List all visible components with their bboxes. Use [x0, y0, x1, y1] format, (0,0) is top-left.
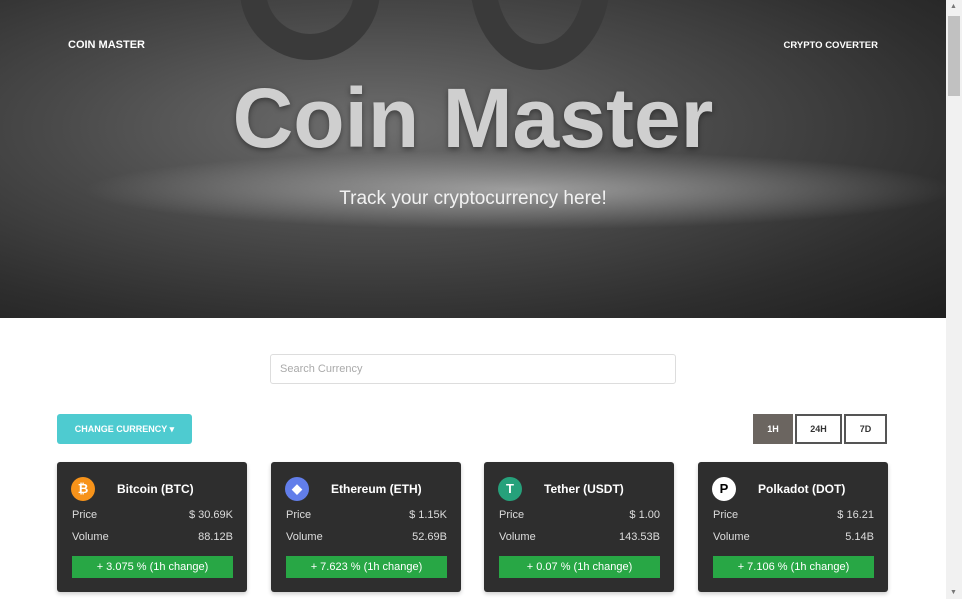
filter-24h-button[interactable]: 24H	[795, 414, 842, 444]
tether-icon: T	[498, 477, 522, 501]
hero-title: Coin Master	[232, 71, 714, 165]
hero-subtitle: Track your cryptocurrency here!	[339, 188, 607, 209]
change-currency-dropdown[interactable]: CHANGE CURRENCY ▾	[57, 414, 192, 444]
filter-7d-button[interactable]: 7D	[844, 414, 887, 444]
volume-value: 5.14B	[845, 531, 874, 543]
price-value: $ 1.00	[629, 509, 660, 521]
volume-label: Volume	[72, 531, 109, 543]
volume-label: Volume	[286, 531, 323, 543]
change-currency-label: CHANGE CURRENCY	[74, 423, 168, 434]
search-input[interactable]	[270, 354, 676, 384]
ethereum-icon: ◆	[285, 477, 309, 501]
price-value: $ 16.21	[837, 509, 874, 521]
bull-image	[470, 0, 610, 70]
volume-value: 143.53B	[619, 531, 660, 543]
scrollbar[interactable]: ▲ ▼	[946, 0, 962, 599]
nav-brand-link[interactable]: COIN MASTER	[68, 39, 145, 51]
change-badge: + 0.07 % (1h change)	[499, 556, 660, 578]
bull-image	[240, 0, 380, 60]
volume-label: Volume	[499, 531, 536, 543]
price-value: $ 30.69K	[188, 509, 233, 521]
coin-card[interactable]: P Polkadot (DOT) Price $ 16.21 Volume 5.…	[698, 462, 888, 592]
polkadot-icon: P	[712, 477, 736, 501]
coin-name: Tether (USDT)	[544, 482, 624, 496]
coin-card[interactable]: ₿ Bitcoin (BTC) Price $ 30.69K Volume 88…	[57, 462, 247, 592]
volume-value: 88.12B	[198, 531, 233, 543]
coin-name: Polkadot (DOT)	[758, 482, 846, 496]
price-label: Price	[713, 509, 739, 521]
filter-1h-button[interactable]: 1H	[753, 414, 793, 444]
coin-card[interactable]: T Tether (USDT) Price $ 1.00 Volume 143.…	[484, 462, 674, 592]
price-label: Price	[286, 509, 312, 521]
scroll-down-icon[interactable]: ▼	[950, 589, 957, 596]
scroll-up-icon[interactable]: ▲	[950, 3, 957, 10]
price-label: Price	[72, 509, 98, 521]
price-label: Price	[499, 509, 525, 521]
price-value: $ 1.15K	[409, 509, 447, 521]
caret-down-icon: ▾	[169, 423, 175, 434]
volume-label: Volume	[713, 531, 750, 543]
change-badge: + 3.075 % (1h change)	[72, 556, 233, 578]
volume-value: 52.69B	[412, 531, 447, 543]
hero-banner: COIN MASTER CRYPTO COVERTER Coin Master …	[0, 0, 946, 318]
coin-name: Bitcoin (BTC)	[117, 482, 194, 496]
scrollbar-thumb[interactable]	[948, 16, 960, 96]
nav-crypto-converter-link[interactable]: CRYPTO COVERTER	[784, 40, 879, 51]
bitcoin-icon: ₿	[71, 477, 95, 501]
change-badge: + 7.623 % (1h change)	[286, 556, 447, 578]
coin-name: Ethereum (ETH)	[331, 482, 422, 496]
coin-card[interactable]: ◆ Ethereum (ETH) Price $ 1.15K Volume 52…	[271, 462, 461, 592]
change-badge: + 7.106 % (1h change)	[713, 556, 874, 578]
